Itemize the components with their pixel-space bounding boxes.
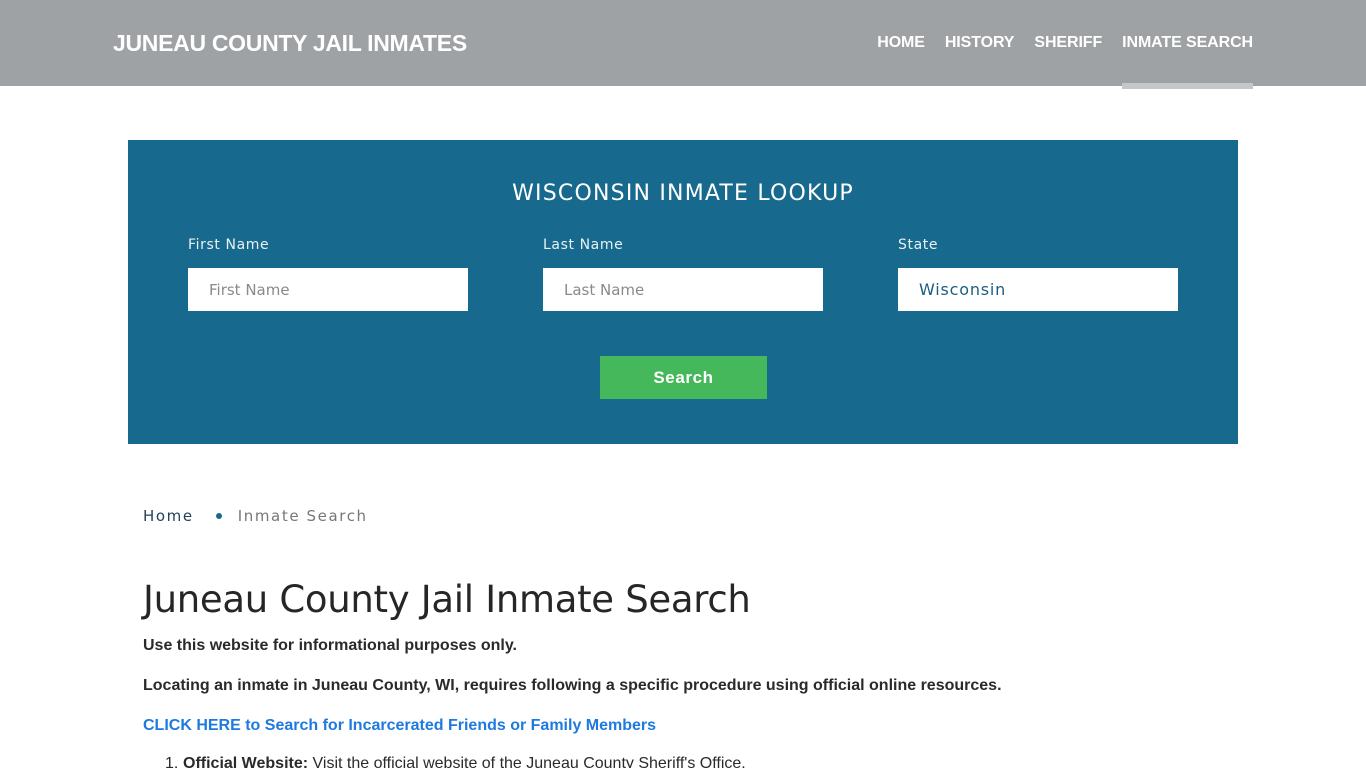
steps-list: 1. Official Website: Visit the official … — [143, 755, 746, 768]
site-logo-link[interactable]: JUNEAU COUNTY JAIL INMATES — [113, 30, 467, 57]
search-friends-family-link[interactable]: CLICK HERE to Search for Incarcerated Fr… — [143, 717, 656, 735]
breadcrumb-separator-dot — [215, 513, 222, 519]
intro-text: Locating an inmate in Juneau County, WI,… — [143, 677, 1002, 694]
last-name-field: Last Name — [543, 237, 823, 311]
disclaimer-text: Use this website for informational purpo… — [143, 637, 517, 654]
breadcrumb-current: Inmate Search — [237, 507, 368, 525]
top-navbar: JUNEAU COUNTY JAIL INMATES HOME HISTORY … — [0, 0, 1366, 89]
step-text: Visit the official website of the Juneau… — [308, 755, 746, 768]
breadcrumb: Home Inmate Search — [143, 507, 368, 525]
nav-history[interactable]: HISTORY — [945, 0, 1015, 86]
nav-sheriff[interactable]: SHERIFF — [1034, 0, 1102, 86]
search-button[interactable]: Search — [600, 356, 767, 399]
first-name-field: First Name — [188, 237, 468, 311]
main-nav: HOME HISTORY SHERIFF INMATE SEARCH — [857, 0, 1253, 89]
state-label: State — [898, 237, 939, 253]
nav-inmate-search[interactable]: INMATE SEARCH — [1122, 0, 1253, 89]
first-name-label: First Name — [188, 237, 270, 253]
last-name-label: Last Name — [543, 237, 624, 253]
last-name-input[interactable] — [543, 268, 823, 311]
step-number: 1. — [165, 755, 179, 768]
page-title: Juneau County Jail Inmate Search — [143, 578, 751, 621]
step-body: Official Website: Visit the official web… — [183, 755, 746, 768]
step-item: 1. Official Website: Visit the official … — [143, 755, 746, 768]
state-input[interactable] — [898, 268, 1178, 311]
step-title: Official Website: — [183, 755, 309, 768]
breadcrumb-home[interactable]: Home — [143, 507, 194, 525]
lookup-title: WISCONSIN INMATE LOOKUP — [512, 181, 854, 206]
nav-home[interactable]: HOME — [877, 0, 925, 86]
first-name-input[interactable] — [188, 268, 468, 311]
state-field: State — [898, 237, 1178, 311]
